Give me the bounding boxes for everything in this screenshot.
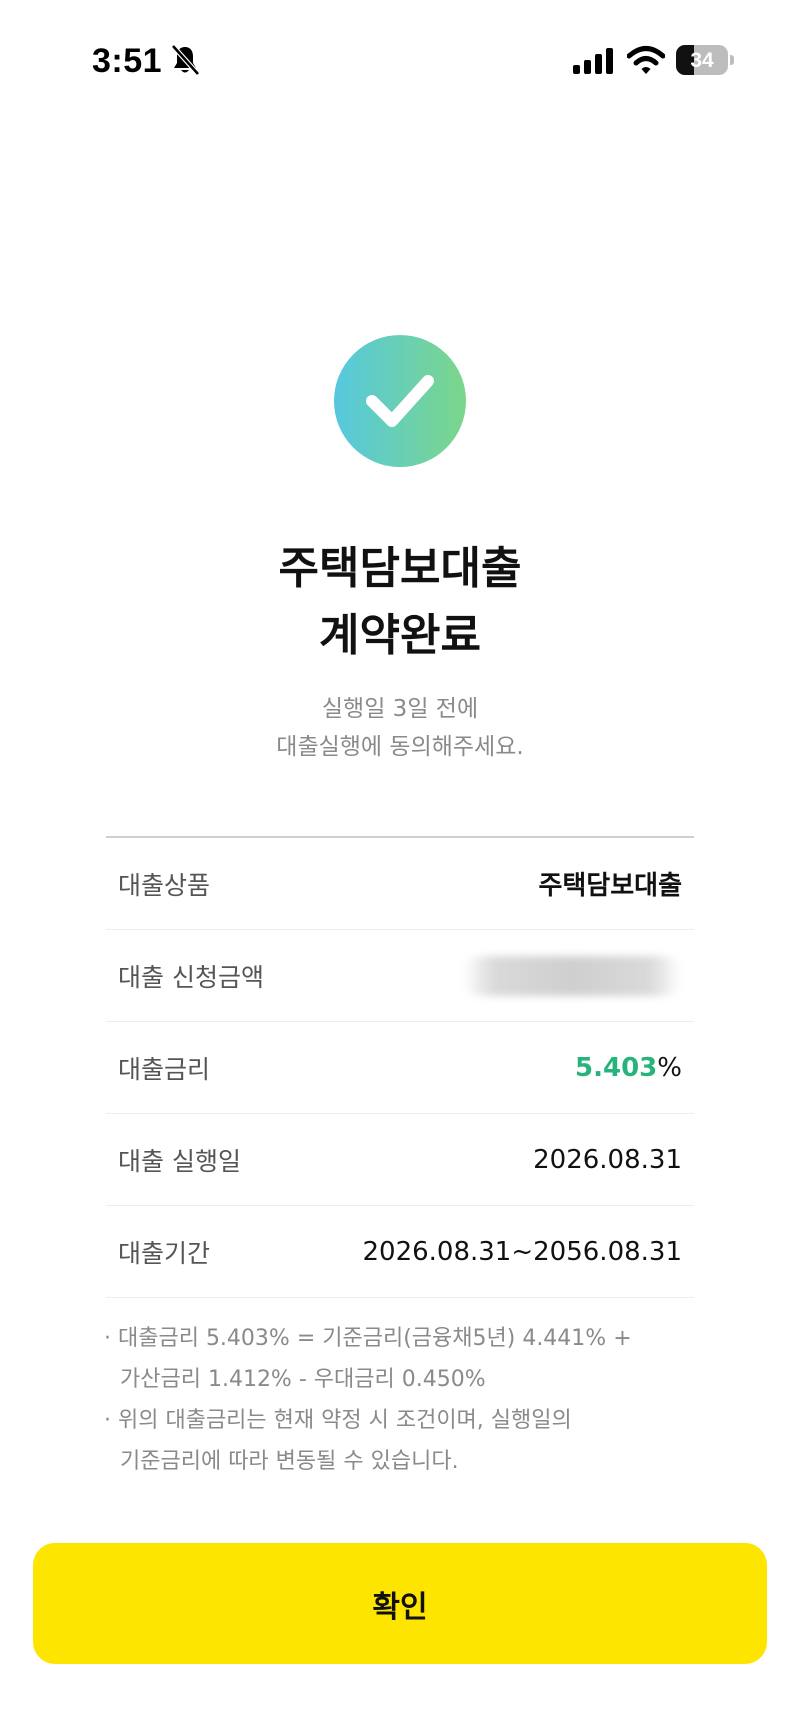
bell-muted-icon <box>171 44 200 76</box>
note-line-3: · 위의 대출금리는 현재 약정 시 조건이며, 실행일의 <box>104 1408 572 1433</box>
battery-icon: 34 <box>676 45 728 75</box>
subtitle-line1: 실행일 3일 전에 <box>321 696 479 722</box>
info-label-rate: 대출금리 <box>118 1054 211 1084</box>
info-value-execution-date: 2026.08.31 <box>533 1144 682 1175</box>
loan-contract-complete-screen: 3:51 34 주택담보대출 계약완료 실행일 3일 전에 대출실행에 동의해주… <box>0 0 800 1734</box>
page-title-line1: 주택담보대출 <box>278 543 522 594</box>
info-label-execution-date: 대출 실행일 <box>118 1146 241 1176</box>
info-value-rate: 5.403% <box>575 1053 682 1083</box>
info-row-rate: 대출금리 5.403% <box>106 1022 694 1114</box>
info-row-term: 대출기간 2026.08.31~2056.08.31 <box>106 1206 694 1298</box>
status-bar: 3:51 34 <box>0 36 800 84</box>
loan-info-table: 대출상품 주택담보대출 대출 신청금액 대출금리 5.403% 대출 실행일 2… <box>106 836 694 1298</box>
rate-number: 5.403 <box>575 1052 658 1083</box>
checkmark-circle-icon <box>334 335 466 467</box>
info-label-product: 대출상품 <box>118 870 211 900</box>
info-row-execution-date: 대출 실행일 2026.08.31 <box>106 1114 694 1206</box>
status-time: 3:51 <box>92 42 163 80</box>
rate-unit: % <box>657 1052 682 1083</box>
info-row-amount: 대출 신청금액 <box>106 930 694 1022</box>
note-line-1: · 대출금리 5.403% = 기준금리(금융채5년) 4.441% + <box>104 1326 632 1351</box>
battery-cap <box>730 55 734 65</box>
info-value-product: 주택담보대출 <box>538 871 682 901</box>
battery-level: 34 <box>690 49 714 72</box>
confirm-button[interactable]: 확인 <box>33 1543 767 1664</box>
info-row-product: 대출상품 주택담보대출 <box>106 838 694 930</box>
page-title-line2: 계약완료 <box>319 610 481 661</box>
note-line-4: 기준금리에 따라 변동될 수 있습니다. <box>120 1449 459 1474</box>
wifi-icon <box>627 46 665 74</box>
info-value-term: 2026.08.31~2056.08.31 <box>362 1236 682 1267</box>
subtitle-line2: 대출실행에 동의해주세요. <box>276 734 524 760</box>
info-label-term: 대출기간 <box>118 1238 211 1268</box>
checkmark-icon <box>366 375 434 427</box>
cellular-signal-icon <box>573 48 613 74</box>
info-label-amount: 대출 신청금액 <box>118 962 264 992</box>
note-line-2: 가산금리 1.412% - 우대금리 0.450% <box>120 1367 486 1392</box>
rate-notes: · 대출금리 5.403% = 기준금리(금융채5년) 4.441% + 가산금… <box>104 1318 724 1482</box>
info-value-amount-blurred <box>462 955 682 996</box>
